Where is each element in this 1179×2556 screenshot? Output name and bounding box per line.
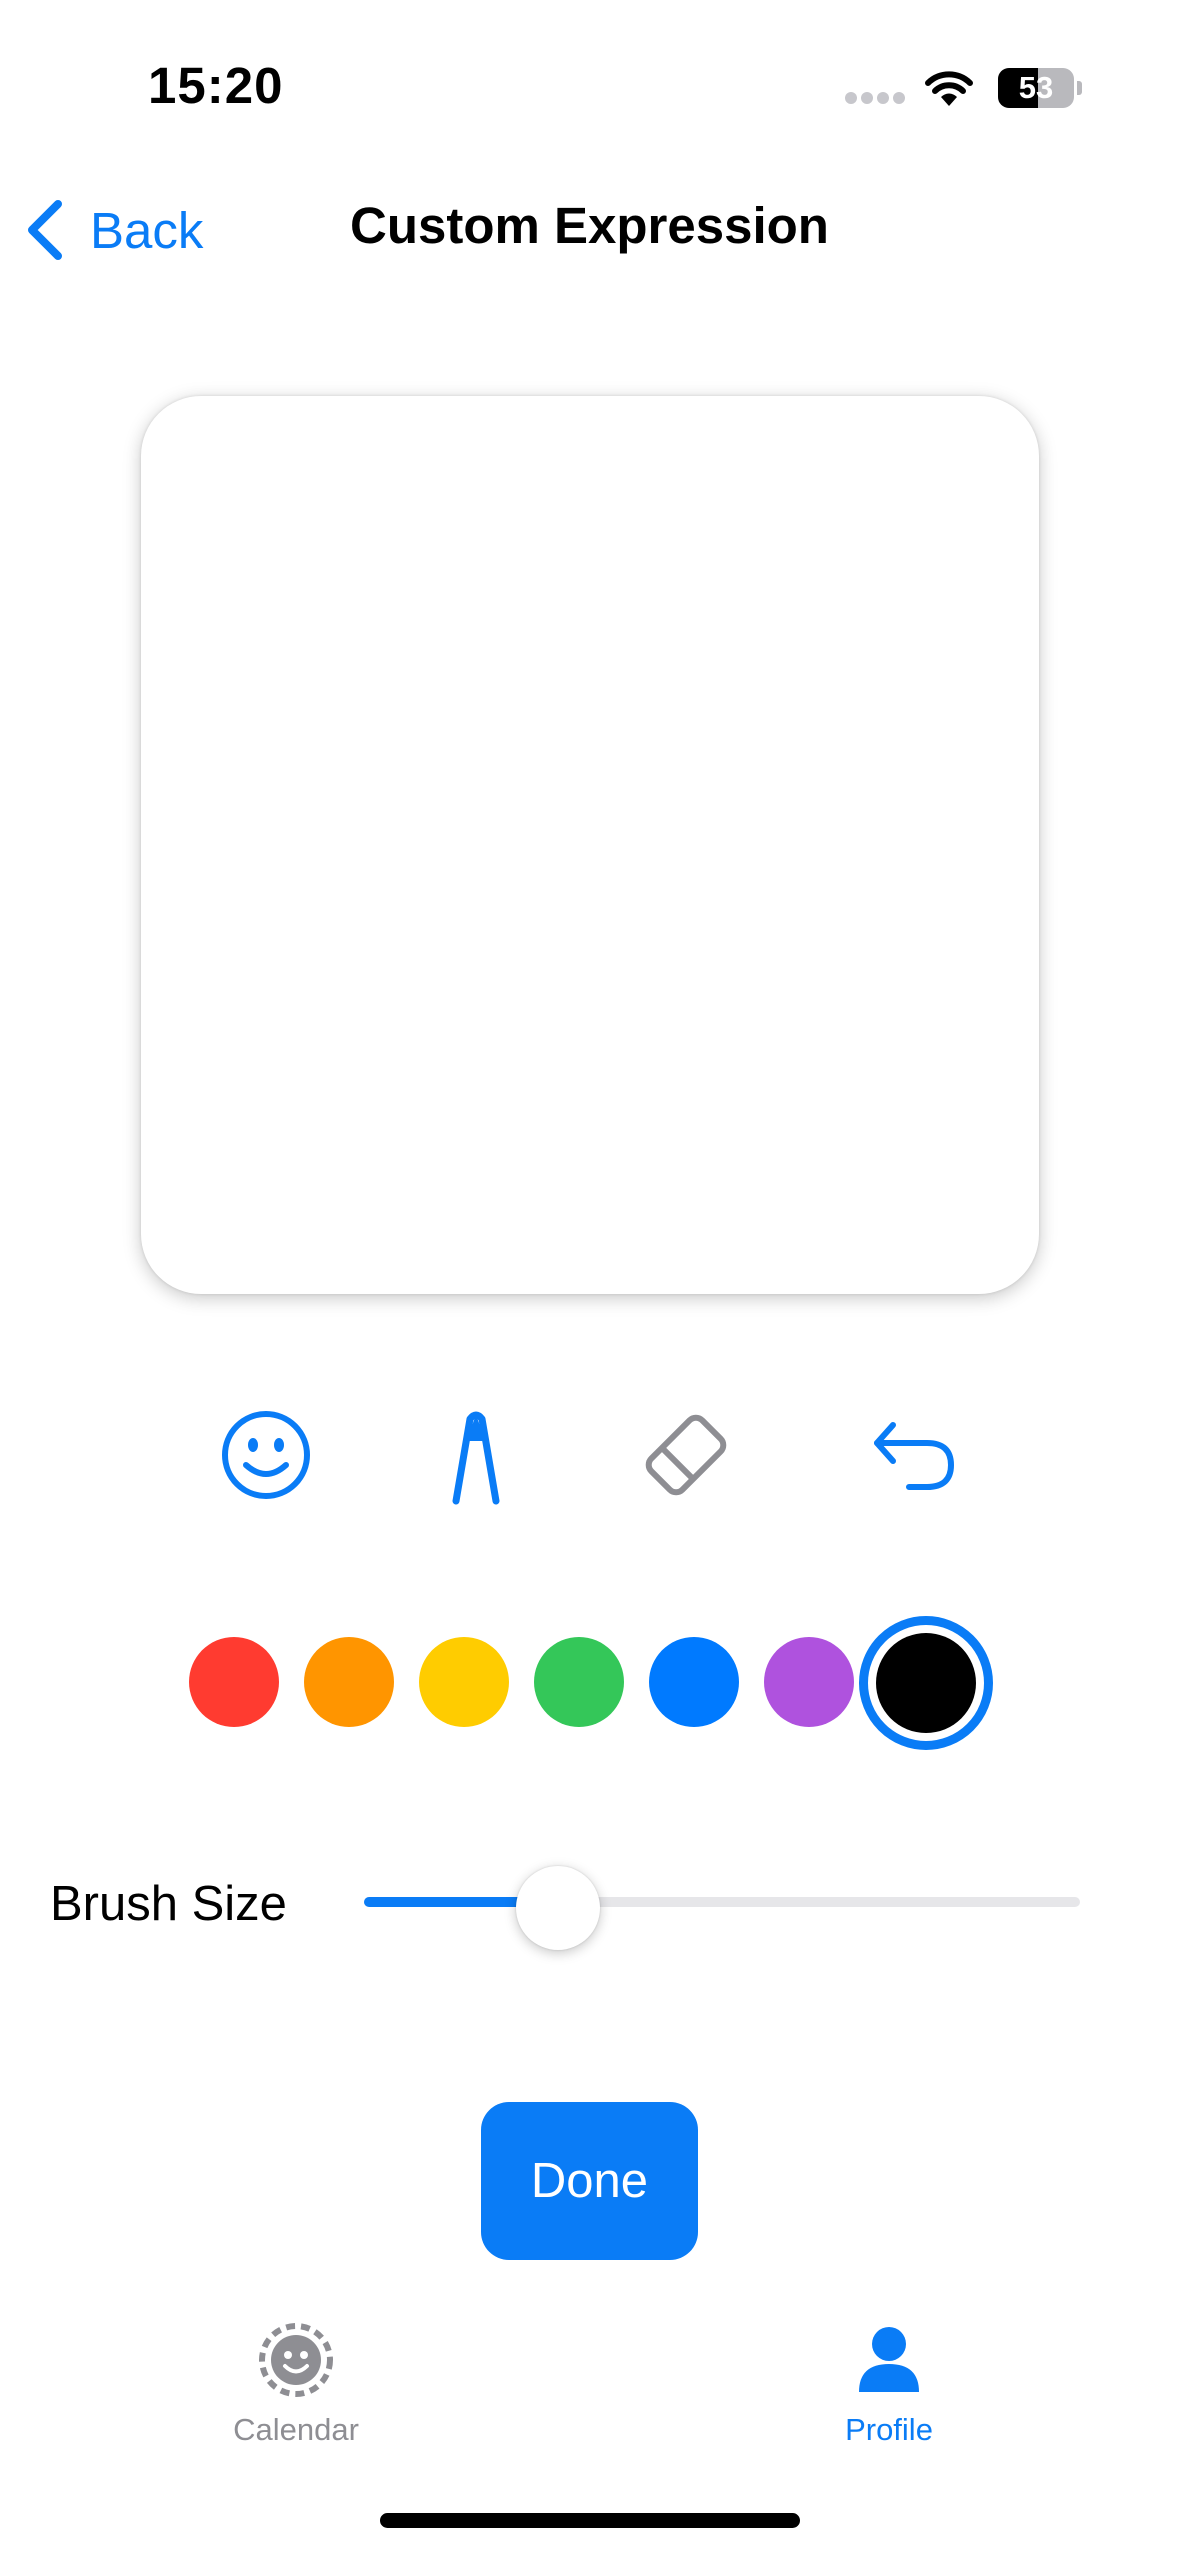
tab-profile[interactable]: Profile bbox=[739, 2320, 1039, 2460]
cellular-signal-icon bbox=[845, 92, 905, 106]
tab-calendar-label: Calendar bbox=[233, 2412, 359, 2447]
color-swatch-purple[interactable] bbox=[764, 1637, 854, 1727]
smiley-face-icon bbox=[222, 1411, 310, 1499]
tab-profile-label: Profile bbox=[845, 2412, 933, 2447]
color-swatch-green[interactable] bbox=[534, 1637, 624, 1727]
pen-tool-button[interactable] bbox=[421, 1400, 531, 1510]
page-title: Custom Expression bbox=[350, 197, 829, 254]
slider-thumb[interactable] bbox=[515, 1866, 600, 1950]
brush-size-label: Brush Size bbox=[50, 1877, 287, 1931]
color-swatch-yellow[interactable] bbox=[419, 1637, 509, 1727]
undo-arrow-icon bbox=[874, 1422, 955, 1490]
selected-color-dot bbox=[876, 1633, 976, 1733]
tab-calendar[interactable]: Calendar bbox=[146, 2320, 446, 2460]
eraser-icon bbox=[645, 1414, 727, 1496]
home-indicator bbox=[380, 2513, 800, 2528]
color-swatch-black[interactable] bbox=[859, 1616, 993, 1750]
battery-icon: 53 bbox=[998, 68, 1082, 108]
pen-tip-icon bbox=[452, 1411, 500, 1505]
color-swatch-red[interactable] bbox=[189, 1637, 279, 1727]
color-swatch-blue[interactable] bbox=[649, 1637, 739, 1727]
undo-button[interactable] bbox=[860, 1400, 970, 1510]
status-bar: 15:20 53 bbox=[0, 0, 1179, 170]
wifi-icon bbox=[924, 68, 974, 108]
dashed-smiley-icon bbox=[259, 2323, 333, 2397]
brush-size-slider[interactable] bbox=[364, 1866, 1080, 1950]
status-time: 15:20 bbox=[148, 57, 284, 114]
drawing-canvas[interactable] bbox=[141, 396, 1039, 1294]
emoji-tool-button[interactable] bbox=[211, 1400, 321, 1510]
color-swatch-orange[interactable] bbox=[304, 1637, 394, 1727]
eraser-tool-button[interactable] bbox=[631, 1400, 741, 1510]
person-icon bbox=[859, 2327, 919, 2392]
done-button[interactable]: Done bbox=[481, 2102, 698, 2260]
battery-level: 53 bbox=[1018, 70, 1054, 105]
